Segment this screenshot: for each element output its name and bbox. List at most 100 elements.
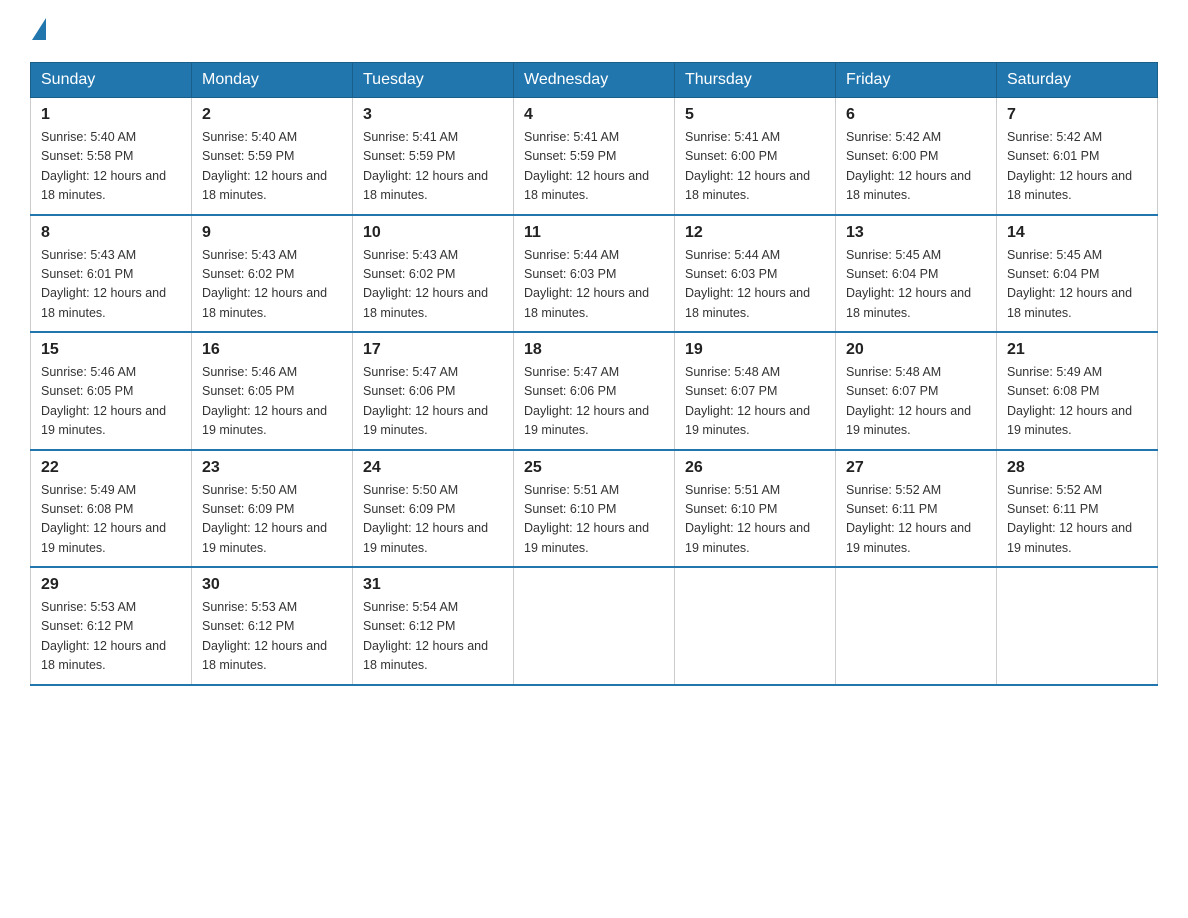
day-number: 2 (202, 106, 342, 124)
col-header-thursday: Thursday (675, 63, 836, 98)
day-number: 17 (363, 341, 503, 359)
col-header-tuesday: Tuesday (353, 63, 514, 98)
day-cell: 19 Sunrise: 5:48 AMSunset: 6:07 PMDaylig… (675, 332, 836, 450)
day-cell: 6 Sunrise: 5:42 AMSunset: 6:00 PMDayligh… (836, 98, 997, 215)
day-number: 25 (524, 459, 664, 477)
week-row-5: 29 Sunrise: 5:53 AMSunset: 6:12 PMDaylig… (31, 567, 1158, 685)
day-cell: 4 Sunrise: 5:41 AMSunset: 5:59 PMDayligh… (514, 98, 675, 215)
day-cell: 15 Sunrise: 5:46 AMSunset: 6:05 PMDaylig… (31, 332, 192, 450)
day-cell: 29 Sunrise: 5:53 AMSunset: 6:12 PMDaylig… (31, 567, 192, 685)
day-detail: Sunrise: 5:52 AMSunset: 6:11 PMDaylight:… (1007, 481, 1147, 559)
day-cell: 5 Sunrise: 5:41 AMSunset: 6:00 PMDayligh… (675, 98, 836, 215)
day-number: 22 (41, 459, 181, 477)
day-cell: 24 Sunrise: 5:50 AMSunset: 6:09 PMDaylig… (353, 450, 514, 568)
day-cell: 16 Sunrise: 5:46 AMSunset: 6:05 PMDaylig… (192, 332, 353, 450)
day-detail: Sunrise: 5:43 AMSunset: 6:02 PMDaylight:… (202, 246, 342, 324)
col-header-wednesday: Wednesday (514, 63, 675, 98)
day-detail: Sunrise: 5:44 AMSunset: 6:03 PMDaylight:… (524, 246, 664, 324)
day-number: 16 (202, 341, 342, 359)
week-row-4: 22 Sunrise: 5:49 AMSunset: 6:08 PMDaylig… (31, 450, 1158, 568)
day-cell: 2 Sunrise: 5:40 AMSunset: 5:59 PMDayligh… (192, 98, 353, 215)
day-detail: Sunrise: 5:41 AMSunset: 5:59 PMDaylight:… (524, 128, 664, 206)
day-detail: Sunrise: 5:47 AMSunset: 6:06 PMDaylight:… (363, 363, 503, 441)
day-cell: 8 Sunrise: 5:43 AMSunset: 6:01 PMDayligh… (31, 215, 192, 333)
day-detail: Sunrise: 5:50 AMSunset: 6:09 PMDaylight:… (202, 481, 342, 559)
day-cell: 25 Sunrise: 5:51 AMSunset: 6:10 PMDaylig… (514, 450, 675, 568)
day-number: 31 (363, 576, 503, 594)
day-number: 15 (41, 341, 181, 359)
day-cell: 27 Sunrise: 5:52 AMSunset: 6:11 PMDaylig… (836, 450, 997, 568)
day-detail: Sunrise: 5:50 AMSunset: 6:09 PMDaylight:… (363, 481, 503, 559)
day-number: 9 (202, 224, 342, 242)
day-cell: 12 Sunrise: 5:44 AMSunset: 6:03 PMDaylig… (675, 215, 836, 333)
day-detail: Sunrise: 5:51 AMSunset: 6:10 PMDaylight:… (524, 481, 664, 559)
day-number: 21 (1007, 341, 1147, 359)
week-row-1: 1 Sunrise: 5:40 AMSunset: 5:58 PMDayligh… (31, 98, 1158, 215)
day-detail: Sunrise: 5:47 AMSunset: 6:06 PMDaylight:… (524, 363, 664, 441)
day-detail: Sunrise: 5:53 AMSunset: 6:12 PMDaylight:… (202, 598, 342, 676)
day-number: 6 (846, 106, 986, 124)
day-cell (997, 567, 1158, 685)
day-number: 12 (685, 224, 825, 242)
col-header-saturday: Saturday (997, 63, 1158, 98)
day-number: 18 (524, 341, 664, 359)
day-cell: 20 Sunrise: 5:48 AMSunset: 6:07 PMDaylig… (836, 332, 997, 450)
day-detail: Sunrise: 5:53 AMSunset: 6:12 PMDaylight:… (41, 598, 181, 676)
day-number: 24 (363, 459, 503, 477)
col-header-friday: Friday (836, 63, 997, 98)
day-cell: 9 Sunrise: 5:43 AMSunset: 6:02 PMDayligh… (192, 215, 353, 333)
col-header-sunday: Sunday (31, 63, 192, 98)
logo (30, 20, 46, 42)
day-number: 1 (41, 106, 181, 124)
day-detail: Sunrise: 5:45 AMSunset: 6:04 PMDaylight:… (1007, 246, 1147, 324)
day-cell: 30 Sunrise: 5:53 AMSunset: 6:12 PMDaylig… (192, 567, 353, 685)
day-cell: 13 Sunrise: 5:45 AMSunset: 6:04 PMDaylig… (836, 215, 997, 333)
day-number: 27 (846, 459, 986, 477)
day-detail: Sunrise: 5:41 AMSunset: 5:59 PMDaylight:… (363, 128, 503, 206)
day-number: 30 (202, 576, 342, 594)
day-detail: Sunrise: 5:44 AMSunset: 6:03 PMDaylight:… (685, 246, 825, 324)
day-number: 19 (685, 341, 825, 359)
day-cell: 23 Sunrise: 5:50 AMSunset: 6:09 PMDaylig… (192, 450, 353, 568)
day-number: 13 (846, 224, 986, 242)
day-detail: Sunrise: 5:54 AMSunset: 6:12 PMDaylight:… (363, 598, 503, 676)
day-detail: Sunrise: 5:41 AMSunset: 6:00 PMDaylight:… (685, 128, 825, 206)
day-number: 7 (1007, 106, 1147, 124)
day-cell (836, 567, 997, 685)
day-cell: 3 Sunrise: 5:41 AMSunset: 5:59 PMDayligh… (353, 98, 514, 215)
day-cell: 21 Sunrise: 5:49 AMSunset: 6:08 PMDaylig… (997, 332, 1158, 450)
day-number: 26 (685, 459, 825, 477)
day-number: 11 (524, 224, 664, 242)
day-detail: Sunrise: 5:46 AMSunset: 6:05 PMDaylight:… (41, 363, 181, 441)
day-detail: Sunrise: 5:42 AMSunset: 6:01 PMDaylight:… (1007, 128, 1147, 206)
day-detail: Sunrise: 5:46 AMSunset: 6:05 PMDaylight:… (202, 363, 342, 441)
day-number: 8 (41, 224, 181, 242)
day-cell: 10 Sunrise: 5:43 AMSunset: 6:02 PMDaylig… (353, 215, 514, 333)
day-number: 4 (524, 106, 664, 124)
day-cell: 18 Sunrise: 5:47 AMSunset: 6:06 PMDaylig… (514, 332, 675, 450)
day-detail: Sunrise: 5:48 AMSunset: 6:07 PMDaylight:… (685, 363, 825, 441)
day-detail: Sunrise: 5:40 AMSunset: 5:59 PMDaylight:… (202, 128, 342, 206)
day-number: 20 (846, 341, 986, 359)
day-number: 3 (363, 106, 503, 124)
day-number: 14 (1007, 224, 1147, 242)
day-cell: 1 Sunrise: 5:40 AMSunset: 5:58 PMDayligh… (31, 98, 192, 215)
day-cell (514, 567, 675, 685)
day-cell: 11 Sunrise: 5:44 AMSunset: 6:03 PMDaylig… (514, 215, 675, 333)
calendar-table: SundayMondayTuesdayWednesdayThursdayFrid… (30, 62, 1158, 686)
page-header (30, 20, 1158, 42)
logo-triangle-icon (32, 18, 46, 40)
week-row-2: 8 Sunrise: 5:43 AMSunset: 6:01 PMDayligh… (31, 215, 1158, 333)
day-cell: 14 Sunrise: 5:45 AMSunset: 6:04 PMDaylig… (997, 215, 1158, 333)
day-detail: Sunrise: 5:43 AMSunset: 6:01 PMDaylight:… (41, 246, 181, 324)
day-number: 10 (363, 224, 503, 242)
day-detail: Sunrise: 5:42 AMSunset: 6:00 PMDaylight:… (846, 128, 986, 206)
day-number: 29 (41, 576, 181, 594)
day-cell: 26 Sunrise: 5:51 AMSunset: 6:10 PMDaylig… (675, 450, 836, 568)
day-detail: Sunrise: 5:43 AMSunset: 6:02 PMDaylight:… (363, 246, 503, 324)
week-row-3: 15 Sunrise: 5:46 AMSunset: 6:05 PMDaylig… (31, 332, 1158, 450)
day-number: 5 (685, 106, 825, 124)
day-cell (675, 567, 836, 685)
day-cell: 17 Sunrise: 5:47 AMSunset: 6:06 PMDaylig… (353, 332, 514, 450)
col-header-monday: Monday (192, 63, 353, 98)
